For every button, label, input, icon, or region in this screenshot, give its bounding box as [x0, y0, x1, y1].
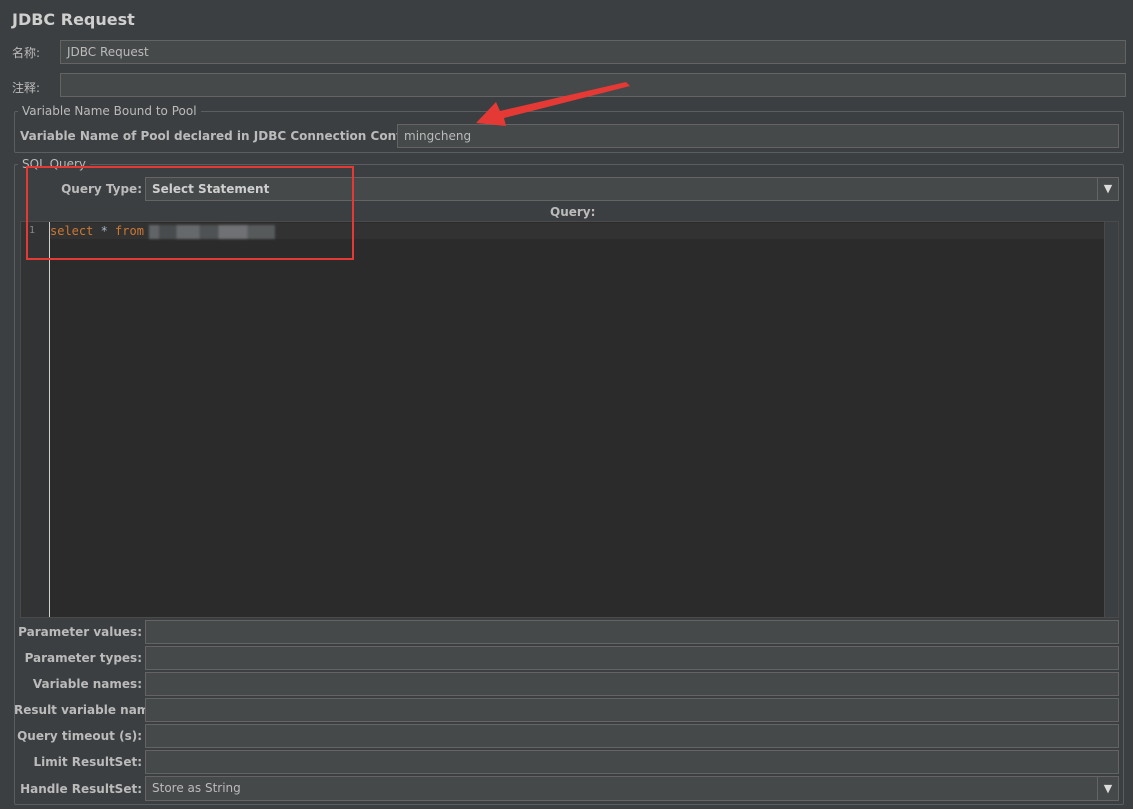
result-variable-name-input[interactable]: [145, 698, 1119, 722]
editor-gutter: [21, 222, 50, 617]
parameter-values-input[interactable]: [145, 620, 1119, 644]
parameter-types-label: Parameter types:: [24, 651, 142, 665]
result-variable-name-label: Result variable name:: [14, 703, 163, 717]
red-arrow-icon: [476, 82, 630, 126]
chevron-down-icon[interactable]: ▼: [1097, 178, 1118, 200]
annotation-highlight-box: [26, 166, 354, 260]
parameter-values-label: Parameter values:: [18, 625, 142, 639]
name-input[interactable]: JDBC Request: [60, 40, 1126, 64]
query-timeout-label: Query timeout (s):: [17, 729, 142, 743]
comment-label: 注释:: [12, 81, 41, 95]
query-label: Query:: [550, 205, 596, 219]
name-label: 名称:: [12, 46, 41, 60]
handle-resultset-select[interactable]: Store as String ▼: [145, 776, 1119, 801]
chevron-down-icon[interactable]: ▼: [1097, 777, 1118, 800]
editor-scrollbar[interactable]: [1104, 222, 1118, 617]
variable-names-label: Variable names:: [32, 677, 142, 691]
query-timeout-input[interactable]: [145, 724, 1119, 748]
sql-editor[interactable]: 1 select * from: [20, 221, 1119, 618]
limit-resultset-input[interactable]: [145, 750, 1119, 774]
page-title: JDBC Request: [12, 10, 135, 29]
handle-resultset-label: Handle ResultSet:: [20, 782, 142, 796]
handle-resultset-value: Store as String: [152, 781, 241, 795]
variable-names-input[interactable]: [145, 672, 1119, 696]
pool-group-title: Variable Name Bound to Pool: [18, 104, 201, 118]
limit-resultset-label: Limit ResultSet:: [33, 755, 142, 769]
parameter-types-input[interactable]: [145, 646, 1119, 670]
